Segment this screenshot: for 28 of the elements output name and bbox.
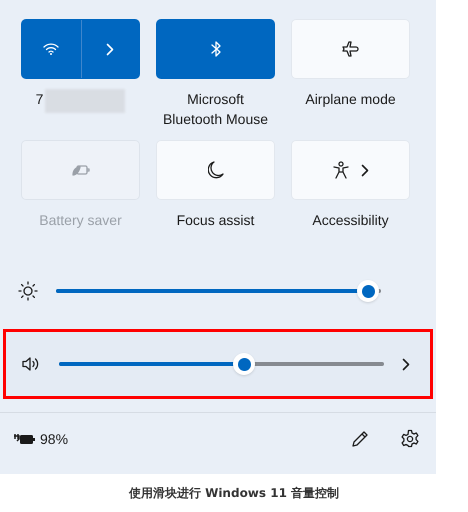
battery-percentage: 98% <box>40 430 68 448</box>
tile-label: Accessibility <box>312 211 389 230</box>
tile-label: Battery saver <box>39 211 122 230</box>
tile-label: Airplane mode <box>305 90 396 109</box>
toggle-tile[interactable] <box>21 19 140 79</box>
moon-icon <box>208 161 224 179</box>
brightness-icon <box>18 281 38 301</box>
chevron-icon <box>360 164 368 176</box>
tile-label: Microsoft Bluetooth Mouse <box>162 90 270 129</box>
caption: 使用滑块进行 Windows 11 音量控制 <box>128 485 340 502</box>
chevron-icon <box>106 42 114 56</box>
slider[interactable] <box>56 280 381 302</box>
speaker-icon <box>22 356 40 372</box>
slider-thumb[interactable] <box>233 353 256 375</box>
pencil-icon <box>351 430 369 448</box>
slider-thumb[interactable] <box>357 280 379 302</box>
bluetooth-icon <box>210 40 220 58</box>
accessibility-icon <box>332 161 348 179</box>
airplane-icon <box>340 40 360 58</box>
settings-icon <box>400 429 420 449</box>
tile-label: Focus assist <box>176 211 254 230</box>
tile-label: 7 <box>36 90 44 109</box>
battery-charging-icon <box>14 432 36 446</box>
toggle-tile[interactable] <box>156 19 275 79</box>
chevron-icon <box>402 358 410 370</box>
battery-leaf-icon <box>70 163 90 177</box>
wifi-icon <box>43 42 60 56</box>
slider[interactable] <box>59 353 384 375</box>
